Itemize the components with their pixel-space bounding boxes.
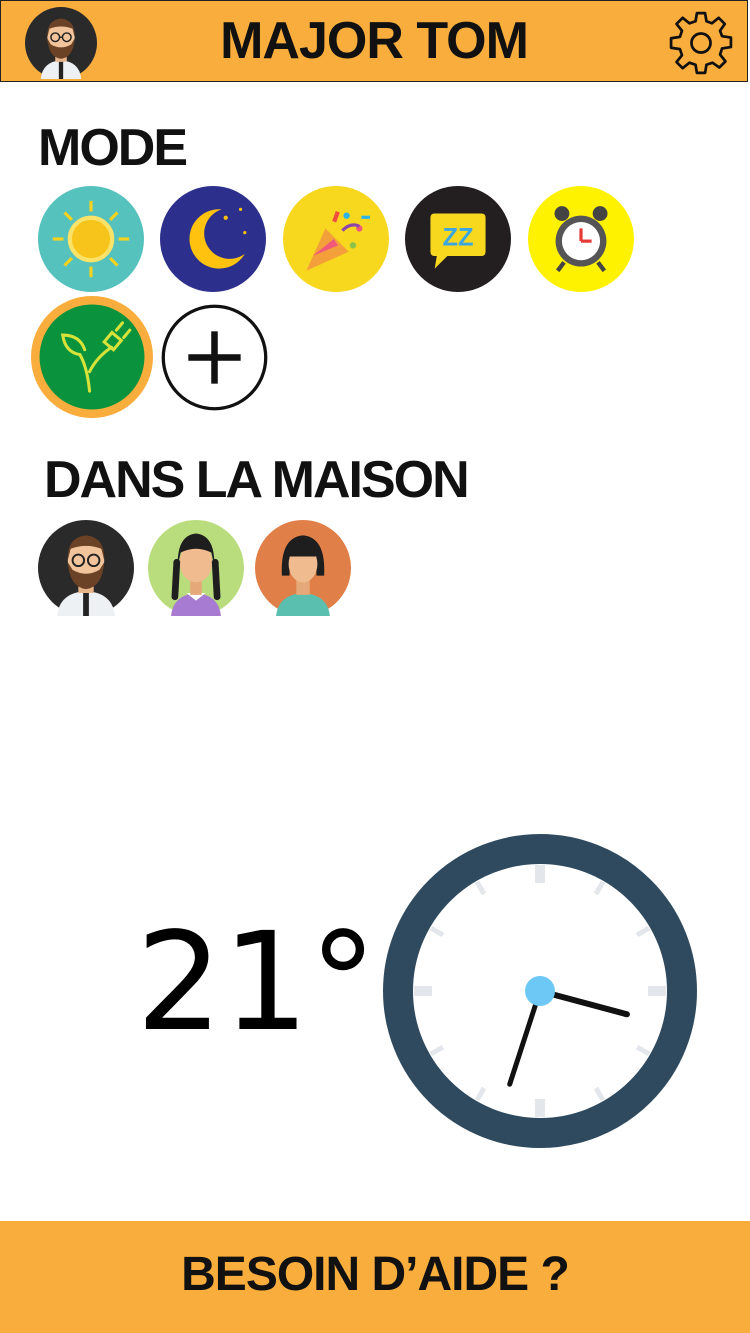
settings-gear-icon[interactable]	[667, 9, 735, 77]
app-title: MAJOR TOM	[220, 12, 529, 70]
mode-night-button[interactable]	[160, 186, 266, 292]
plus-icon	[161, 304, 268, 411]
mode-eco-button[interactable]	[31, 296, 153, 418]
girl-braids-avatar	[148, 520, 244, 616]
alarm-clock-icon	[528, 186, 634, 292]
clock-center	[525, 976, 555, 1006]
person-girl-avatar[interactable]	[148, 520, 244, 616]
mode-party-button[interactable]	[283, 186, 389, 292]
app-header: MAJOR TOM	[0, 0, 748, 82]
add-mode-button[interactable]	[160, 303, 269, 412]
person-man-avatar[interactable]	[38, 520, 134, 616]
mode-sleep-button[interactable]: ZZ	[405, 186, 511, 292]
party-popper-icon	[283, 186, 389, 292]
mode-sun-button[interactable]	[38, 186, 144, 292]
bearded-man-avatar	[38, 520, 134, 616]
sun-icon	[38, 186, 144, 292]
mode-alarm-button[interactable]	[528, 186, 634, 292]
svg-text:ZZ: ZZ	[442, 223, 473, 251]
wall-clock	[382, 833, 698, 1149]
mode-section-title: MODE	[38, 119, 188, 177]
person-woman-avatar[interactable]	[255, 520, 351, 616]
eco-plug-icon	[31, 296, 153, 418]
woman-bob-avatar	[255, 520, 351, 616]
sleep-zz-icon: ZZ	[405, 186, 511, 292]
help-button-label: BESOIN D’AIDE ?	[181, 1248, 570, 1301]
home-section-title: DANS LA MAISON	[44, 451, 470, 509]
temperature-readout: 21°	[136, 904, 378, 1062]
moon-icon	[160, 186, 266, 292]
help-button[interactable]: BESOIN D’AIDE ?	[0, 1221, 750, 1333]
